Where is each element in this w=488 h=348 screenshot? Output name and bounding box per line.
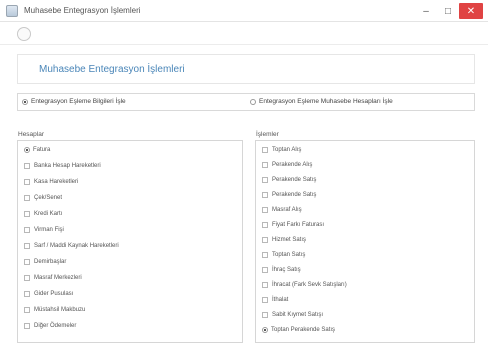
checkbox[interactable] <box>262 237 268 243</box>
list-item-label: Gider Pusulası <box>34 291 74 297</box>
radio-selected-icon[interactable] <box>22 98 28 105</box>
mode-option-label: Entegrasyon Eşleme Muhasebe Hesapları İş… <box>259 98 393 105</box>
checkbox[interactable] <box>24 307 30 313</box>
checkbox[interactable] <box>262 267 268 273</box>
checkbox[interactable] <box>24 291 30 297</box>
list-item-masraf-alis[interactable]: Masraf Alış <box>262 207 302 213</box>
checkbox[interactable] <box>262 222 268 228</box>
list-item-toptan-satis[interactable]: Toptan Satış <box>262 252 305 258</box>
radio-selected-icon[interactable] <box>24 147 30 153</box>
list-item-label: İhraç Satış <box>272 267 301 273</box>
list-item-label: Fiyat Farkı Faturası <box>272 222 325 228</box>
checkbox[interactable] <box>24 259 30 265</box>
header-panel: Muhasebe Entegrasyon İşlemleri <box>17 54 475 84</box>
list-item-label: Sabit Kıymet Satışı <box>272 312 324 318</box>
list-item-kredi-karti[interactable]: Kredi Kartı <box>24 211 62 217</box>
list-item-cek-senet[interactable]: Çek/Senet <box>24 195 62 201</box>
list-item-label: Diğer Ödemeler <box>34 323 77 329</box>
close-button[interactable]: ✕ <box>459 3 483 19</box>
checkbox[interactable] <box>262 192 268 198</box>
list-item-label: Müstahsil Makbuzu <box>34 307 86 313</box>
list-item-toptan-perakende-satis[interactable]: Toptan Perakende Satış <box>262 327 335 333</box>
list-item-label: Masraf Alış <box>272 207 302 213</box>
checkbox[interactable] <box>24 323 30 329</box>
radio-selected-icon[interactable] <box>262 327 268 333</box>
checkbox[interactable] <box>24 275 30 281</box>
checkbox[interactable] <box>262 177 268 183</box>
list-item-label: Perakende Satış <box>272 177 317 183</box>
list-item-perakende-satis[interactable]: Perakende Satış <box>262 177 316 183</box>
list-item-ihracat[interactable]: İhracat (Fark Sevk Satışları) <box>262 282 347 288</box>
list-item-label: Toptan Perakende Satış <box>271 327 336 333</box>
list-item-label: Virman Fişi <box>34 227 64 233</box>
checkbox[interactable] <box>262 312 268 318</box>
list-item-ithalat[interactable]: İthalat <box>262 297 288 303</box>
right-item-list: Toptan Alış Perakende Alış Perakende Sat… <box>255 140 475 343</box>
maximize-button[interactable]: □ <box>437 0 459 22</box>
list-item-sabit-kiymet[interactable]: Sabit Kıymet Satışı <box>262 312 323 318</box>
checkbox[interactable] <box>262 282 268 288</box>
list-item-label: Banka Hesap Hareketleri <box>34 163 101 169</box>
list-item-label: Sarf / Maddi Kaynak Hareketleri <box>34 243 119 249</box>
list-item-label: Çek/Senet <box>34 195 63 201</box>
checkbox[interactable] <box>24 195 30 201</box>
checkbox[interactable] <box>262 297 268 303</box>
list-item-fiyat-farki[interactable]: Fiyat Farkı Faturası <box>262 222 324 228</box>
list-item-label: Masraf Merkezleri <box>34 275 82 281</box>
radio-unselected-icon[interactable] <box>250 98 256 105</box>
checkbox[interactable] <box>24 211 30 217</box>
list-item-label: Hizmet Satış <box>272 237 307 243</box>
list-item-gider-pusulasi[interactable]: Gider Pusulası <box>24 291 73 297</box>
toolbar <box>0 23 488 45</box>
list-item-label: Perakende Alış <box>272 162 313 168</box>
checkbox[interactable] <box>262 162 268 168</box>
list-item-sarf[interactable]: Sarf / Maddi Kaynak Hareketleri <box>24 243 119 249</box>
list-item-label: Fatura <box>33 147 51 153</box>
list-item-kasa[interactable]: Kasa Hareketleri <box>24 179 78 185</box>
left-item-list: Fatura Banka Hesap Hareketleri Kasa Hare… <box>17 140 243 343</box>
mode-option-eslesme-bilgileri[interactable]: Entegrasyon Eşleme Bilgileri İşle <box>22 98 126 105</box>
list-item-label: Kredi Kartı <box>34 211 63 217</box>
list-item-label: Demirbaşlar <box>34 259 67 265</box>
mode-radio-group: Entegrasyon Eşleme Bilgileri İşle Entegr… <box>17 93 475 111</box>
list-item-label: Kasa Hareketleri <box>34 179 79 185</box>
list-item-virman[interactable]: Virman Fişi <box>24 227 64 233</box>
checkbox[interactable] <box>24 227 30 233</box>
list-item-label: Toptan Alış <box>272 147 302 153</box>
right-group-label: İşlemler <box>256 131 279 138</box>
list-item-toptan-alis[interactable]: Toptan Alış <box>262 147 301 153</box>
checkbox[interactable] <box>24 179 30 185</box>
page-title: Muhasebe Entegrasyon İşlemleri <box>39 64 185 75</box>
checkbox[interactable] <box>262 147 268 153</box>
minimize-button[interactable]: – <box>415 0 437 22</box>
mode-option-muhasebe-hesaplari[interactable]: Entegrasyon Eşleme Muhasebe Hesapları İş… <box>250 98 393 105</box>
refresh-icon[interactable] <box>17 27 31 41</box>
list-item-perakende-satis-2[interactable]: Perakende Satış <box>262 192 316 198</box>
list-item-perakende-alis[interactable]: Perakende Alış <box>262 162 312 168</box>
mode-option-label: Entegrasyon Eşleme Bilgileri İşle <box>31 98 126 105</box>
checkbox[interactable] <box>262 207 268 213</box>
list-item-label: Perakende Satış <box>272 192 317 198</box>
list-item-banka[interactable]: Banka Hesap Hareketleri <box>24 163 101 169</box>
left-group-label: Hesaplar <box>18 131 45 138</box>
list-item-hizmet-satis[interactable]: Hizmet Satış <box>262 237 306 243</box>
title-bar: Muhasebe Entegrasyon İşlemleri – □ ✕ <box>0 0 488 22</box>
list-item-label: Toptan Satış <box>272 252 306 258</box>
checkbox[interactable] <box>24 243 30 249</box>
list-item-fatura[interactable]: Fatura <box>24 147 50 153</box>
list-item-ihrac-satis[interactable]: İhraç Satış <box>262 267 301 273</box>
list-item-diger-odemeler[interactable]: Diğer Ödemeler <box>24 323 76 329</box>
checkbox[interactable] <box>24 163 30 169</box>
list-item-label: İhracat (Fark Sevk Satışları) <box>272 282 347 288</box>
list-item-mustahsil[interactable]: Müstahsil Makbuzu <box>24 307 85 313</box>
list-item-masraf-merkez[interactable]: Masraf Merkezleri <box>24 275 82 281</box>
app-icon <box>6 4 18 17</box>
window-controls: – □ ✕ <box>415 0 488 22</box>
checkbox[interactable] <box>262 252 268 258</box>
list-item-label: İthalat <box>272 297 289 303</box>
list-item-demirbas[interactable]: Demirbaşlar <box>24 259 66 265</box>
window-title: Muhasebe Entegrasyon İşlemleri <box>24 6 141 15</box>
